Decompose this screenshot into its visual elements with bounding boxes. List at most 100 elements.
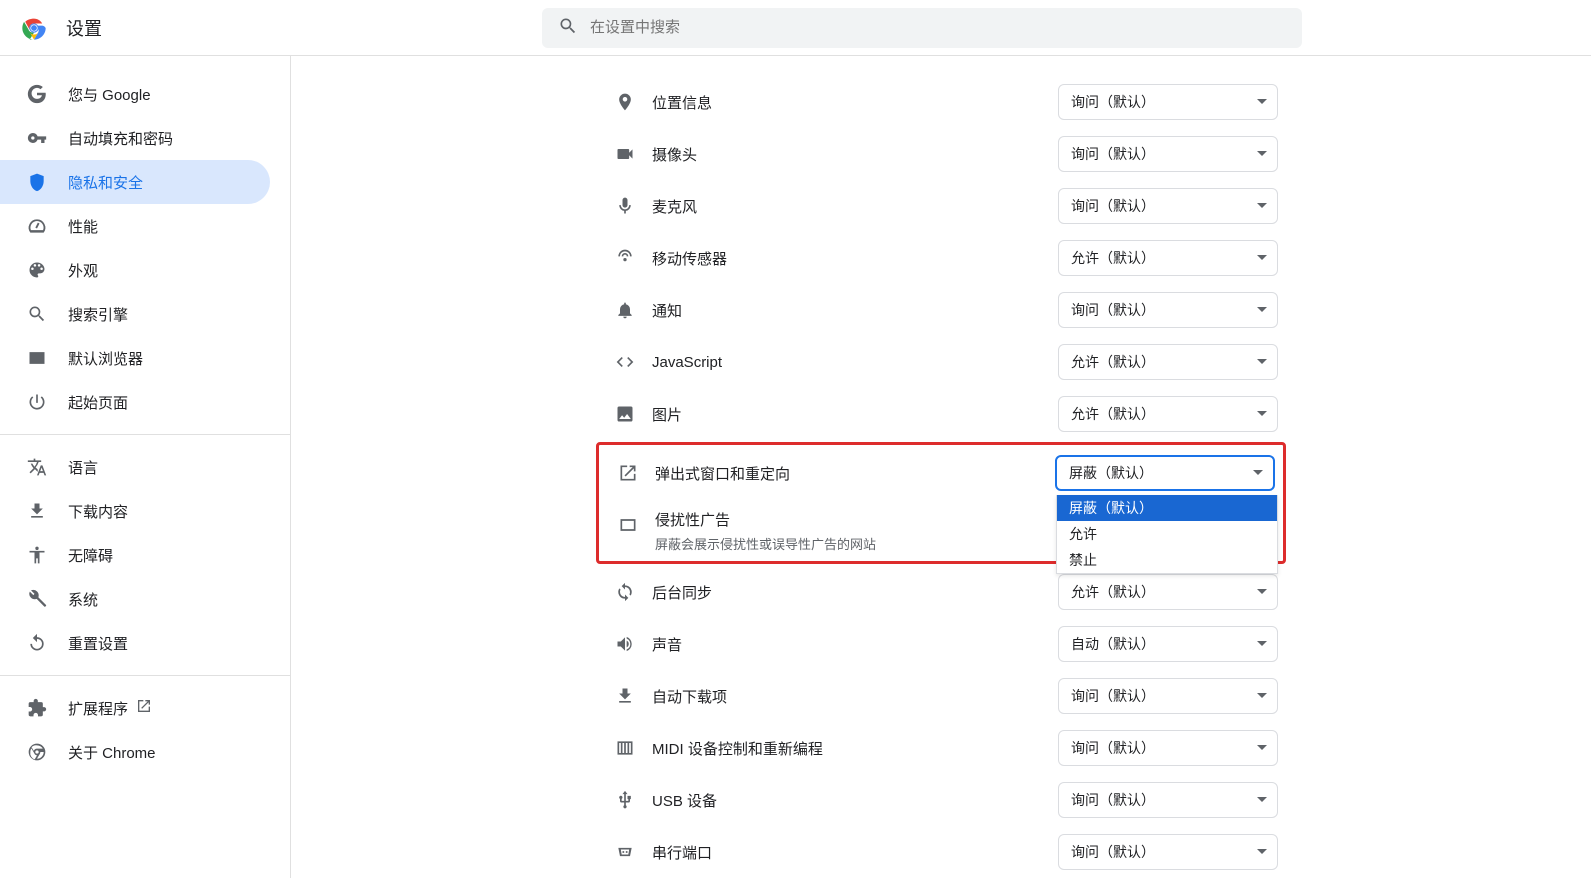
permission-label: 位置信息	[652, 92, 1058, 113]
permission-select-notifications[interactable]: 询问（默认）	[1058, 292, 1278, 328]
main-content: 位置信息 询问（默认） 摄像头 询问（默认） 麦克风 询问（默认） 移动传感器 …	[290, 56, 1591, 878]
permission-select-serial[interactable]: 询问（默认）	[1058, 834, 1278, 870]
sidebar-item-accessibility[interactable]: 无障碍	[0, 533, 270, 577]
permission-row-microphone[interactable]: 麦克风 询问（默认）	[596, 180, 1286, 232]
permission-label: 后台同步	[652, 582, 1058, 603]
permission-select-popups[interactable]: 屏蔽（默认） 屏蔽（默认） 允许 禁止	[1055, 455, 1275, 491]
select-value: 允许（默认）	[1071, 404, 1155, 424]
divider	[0, 675, 290, 676]
sidebar-item-label: 搜索引擎	[68, 304, 128, 325]
permission-label: 通知	[652, 300, 1058, 321]
sidebar-item-language[interactable]: 语言	[0, 445, 270, 489]
permission-select-motion[interactable]: 允许（默认）	[1058, 240, 1278, 276]
permission-row-auto-download[interactable]: 自动下载项 询问（默认）	[596, 670, 1286, 722]
dropdown-menu: 屏蔽（默认） 允许 禁止	[1056, 495, 1278, 574]
sidebar-item-downloads[interactable]: 下载内容	[0, 489, 270, 533]
select-value: 自动（默认）	[1071, 634, 1155, 654]
permission-label: 串行端口	[652, 842, 1058, 863]
chevron-down-icon	[1257, 688, 1267, 704]
permission-select-auto-download[interactable]: 询问（默认）	[1058, 678, 1278, 714]
browser-icon	[26, 347, 48, 369]
sidebar-item-extensions[interactable]: 扩展程序	[0, 686, 270, 730]
permission-select-usb[interactable]: 询问（默认）	[1058, 782, 1278, 818]
page-title: 设置	[66, 15, 102, 41]
sidebar-item-privacy[interactable]: 隐私和安全	[0, 160, 270, 204]
sidebar-item-about[interactable]: 关于 Chrome	[0, 730, 270, 774]
permission-select-location[interactable]: 询问（默认）	[1058, 84, 1278, 120]
palette-icon	[26, 259, 48, 281]
sidebar-item-label: 语言	[68, 457, 98, 478]
chevron-down-icon	[1257, 198, 1267, 214]
sidebar-item-label: 系统	[68, 589, 98, 610]
permission-row-serial[interactable]: 串行端口 询问（默认）	[596, 826, 1286, 878]
select-value: 允许（默认）	[1071, 582, 1155, 602]
permission-select-sound[interactable]: 自动（默认）	[1058, 626, 1278, 662]
chrome-outline-icon	[26, 741, 48, 763]
permission-row-motion[interactable]: 移动传感器 允许（默认）	[596, 232, 1286, 284]
permission-row-notifications[interactable]: 通知 询问（默认）	[596, 284, 1286, 336]
power-icon	[26, 391, 48, 413]
search-box[interactable]	[542, 8, 1302, 48]
permission-row-sound[interactable]: 声音 自动（默认）	[596, 618, 1286, 670]
permission-label: 自动下载项	[652, 686, 1058, 707]
select-value: 允许（默认）	[1071, 352, 1155, 372]
sidebar-item-startup[interactable]: 起始页面	[0, 380, 270, 424]
speedometer-icon	[26, 215, 48, 237]
permission-row-usb[interactable]: USB 设备 询问（默认）	[596, 774, 1286, 826]
permission-select-microphone[interactable]: 询问（默认）	[1058, 188, 1278, 224]
image-icon	[608, 404, 642, 424]
sidebar-item-appearance[interactable]: 外观	[0, 248, 270, 292]
permission-select-images[interactable]: 允许（默认）	[1058, 396, 1278, 432]
translate-icon	[26, 456, 48, 478]
dropdown-option-block-default[interactable]: 屏蔽（默认）	[1057, 495, 1277, 521]
download-icon	[26, 500, 48, 522]
permission-label: 声音	[652, 634, 1058, 655]
location-icon	[608, 92, 642, 112]
sidebar-item-label: 外观	[68, 260, 98, 281]
permission-label: 移动传感器	[652, 248, 1058, 269]
permission-row-midi[interactable]: MIDI 设备控制和重新编程 询问（默认）	[596, 722, 1286, 774]
chevron-down-icon	[1257, 584, 1267, 600]
select-value: 询问（默认）	[1071, 300, 1155, 320]
popup-icon	[611, 463, 645, 483]
permission-select-camera[interactable]: 询问（默认）	[1058, 136, 1278, 172]
camera-icon	[608, 144, 642, 164]
sidebar-item-default-browser[interactable]: 默认浏览器	[0, 336, 270, 380]
bell-icon	[608, 300, 642, 320]
sidebar-item-label: 默认浏览器	[68, 348, 143, 369]
select-value: 询问（默认）	[1071, 790, 1155, 810]
search-icon	[558, 16, 590, 39]
permission-select-javascript[interactable]: 允许（默认）	[1058, 344, 1278, 380]
microphone-icon	[608, 196, 642, 216]
dropdown-option-allow[interactable]: 允许	[1057, 521, 1277, 547]
permission-label: USB 设备	[652, 790, 1058, 811]
permission-row-popups[interactable]: 弹出式窗口和重定向 屏蔽（默认） 屏蔽（默认） 允许 禁止	[599, 447, 1283, 499]
permission-select-background-sync[interactable]: 允许（默认）	[1058, 574, 1278, 610]
chevron-down-icon	[1257, 94, 1267, 110]
permission-row-camera[interactable]: 摄像头 询问（默认）	[596, 128, 1286, 180]
midi-icon	[608, 738, 642, 758]
usb-icon	[608, 790, 642, 810]
sidebar-item-system[interactable]: 系统	[0, 577, 270, 621]
sidebar-item-label: 下载内容	[68, 501, 128, 522]
permission-row-images[interactable]: 图片 允许（默认）	[596, 388, 1286, 440]
sidebar-item-you-and-google[interactable]: 您与 Google	[0, 72, 270, 116]
motion-sensor-icon	[608, 248, 642, 268]
select-value: 允许（默认）	[1071, 248, 1155, 268]
key-icon	[26, 127, 48, 149]
dropdown-option-block[interactable]: 禁止	[1057, 547, 1277, 573]
extension-icon	[26, 697, 48, 719]
permission-label: 弹出式窗口和重定向	[655, 463, 1055, 484]
sidebar-item-reset[interactable]: 重置设置	[0, 621, 270, 665]
chevron-down-icon	[1257, 354, 1267, 370]
permission-row-location[interactable]: 位置信息 询问（默认）	[596, 76, 1286, 128]
select-value: 询问（默认）	[1071, 196, 1155, 216]
search-input[interactable]	[590, 19, 1286, 36]
sidebar-item-label: 起始页面	[68, 392, 128, 413]
chevron-down-icon	[1257, 406, 1267, 422]
sidebar-item-performance[interactable]: 性能	[0, 204, 270, 248]
permission-select-midi[interactable]: 询问（默认）	[1058, 730, 1278, 766]
permission-row-javascript[interactable]: JavaScript 允许（默认）	[596, 336, 1286, 388]
sidebar-item-autofill[interactable]: 自动填充和密码	[0, 116, 270, 160]
sidebar-item-search-engine[interactable]: 搜索引擎	[0, 292, 270, 336]
